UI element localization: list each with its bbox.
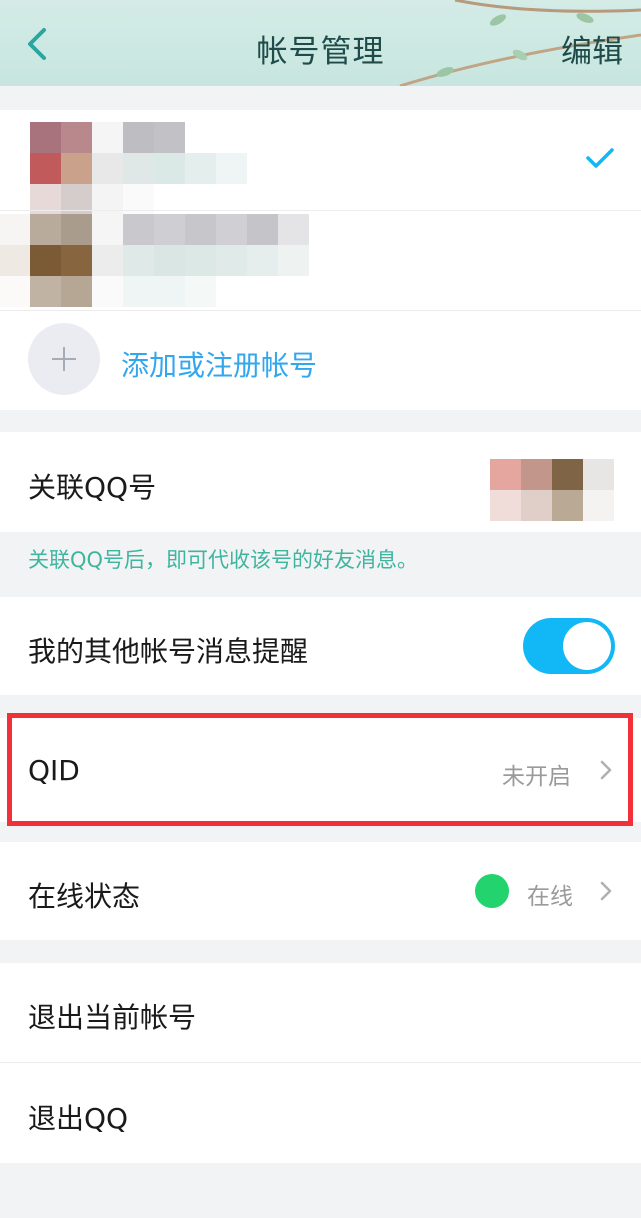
add-account-label: 添加或注册帐号 xyxy=(121,349,318,382)
avatar xyxy=(0,214,92,307)
account-name-blurred xyxy=(92,122,247,215)
status-dot xyxy=(475,874,509,908)
edit-button[interactable]: 编辑 xyxy=(561,26,623,71)
account-row-current[interactable] xyxy=(0,110,641,215)
page-title: 帐号管理 xyxy=(256,34,385,70)
avatar xyxy=(30,122,92,215)
linked-qq-avatar xyxy=(490,459,614,521)
highlight-box xyxy=(7,713,633,826)
linked-qq-row[interactable]: 关联QQ号 xyxy=(0,432,641,532)
chevron-right-icon xyxy=(600,881,612,901)
toggle-knob xyxy=(563,622,611,670)
check-icon xyxy=(586,148,614,168)
add-account-button[interactable]: 添加或注册帐号 xyxy=(0,311,641,410)
nav-header: 帐号管理 编辑 xyxy=(0,0,641,86)
online-status-row[interactable]: 在线状态 在线 xyxy=(0,842,641,940)
online-status-label: 在线状态 xyxy=(28,880,141,913)
logout-current-account-label: 退出当前帐号 xyxy=(28,1001,197,1034)
logout-qq-button[interactable]: 退出QQ xyxy=(0,1063,641,1163)
online-status-value: 在线 xyxy=(527,884,573,910)
logout-qq-label: 退出QQ xyxy=(28,1102,129,1135)
account-name-blurred xyxy=(92,214,309,307)
other-account-alerts-label: 我的其他帐号消息提醒 xyxy=(28,635,309,668)
account-row-secondary[interactable] xyxy=(0,211,641,310)
linked-qq-hint: 关联QQ号后，即可代收该号的好友消息。 xyxy=(28,548,419,572)
plus-icon xyxy=(28,323,100,395)
linked-qq-section: 关联QQ号 关联QQ号后，即可代收该号的好友消息。 xyxy=(0,432,641,596)
other-account-alerts-row: 我的其他帐号消息提醒 xyxy=(0,597,641,695)
logout-current-account-button[interactable]: 退出当前帐号 xyxy=(0,963,641,1062)
linked-qq-label: 关联QQ号 xyxy=(28,471,157,504)
logout-card: 退出当前帐号 退出QQ xyxy=(0,963,641,1163)
other-account-alerts-toggle[interactable] xyxy=(523,618,615,674)
